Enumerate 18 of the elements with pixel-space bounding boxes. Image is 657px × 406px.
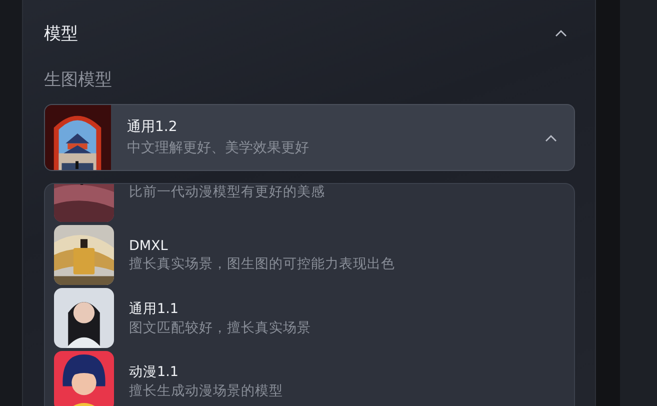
model-name: 通用1.2	[127, 118, 178, 136]
chevron-up-icon[interactable]	[555, 29, 567, 37]
model-select[interactable]: 通用1.2 中文理解更好、美学效果更好	[44, 104, 575, 171]
model-option[interactable]: DMXL 擅长真实场景，图生图的可控能力表现出色	[54, 225, 565, 285]
model-description: 中文理解更好、美学效果更好	[127, 139, 310, 157]
model-name: 通用1.1	[129, 300, 180, 318]
model-description: 比前一代动漫模型有更好的美感	[129, 184, 326, 201]
model-option[interactable]: 动漫1.1 擅长生成动漫场景的模型	[54, 351, 565, 406]
model-description: 擅长真实场景，图生图的可控能力表现出色	[129, 254, 396, 272]
model-name: 动漫1.1	[129, 362, 180, 380]
model-name: DMXL	[129, 238, 169, 254]
field-label: 生图模型	[44, 69, 113, 92]
model-description: 擅长生成动漫场景的模型	[129, 382, 284, 400]
model-option[interactable]: 通用1.1 图文匹配较好，擅长真实场景	[54, 288, 565, 348]
chevron-up-icon[interactable]	[545, 134, 557, 142]
model-option[interactable]: 比前一代动漫模型有更好的美感	[54, 184, 565, 222]
section-title: 模型	[44, 22, 78, 44]
model-description: 图文匹配较好，擅长真实场景	[129, 318, 312, 336]
